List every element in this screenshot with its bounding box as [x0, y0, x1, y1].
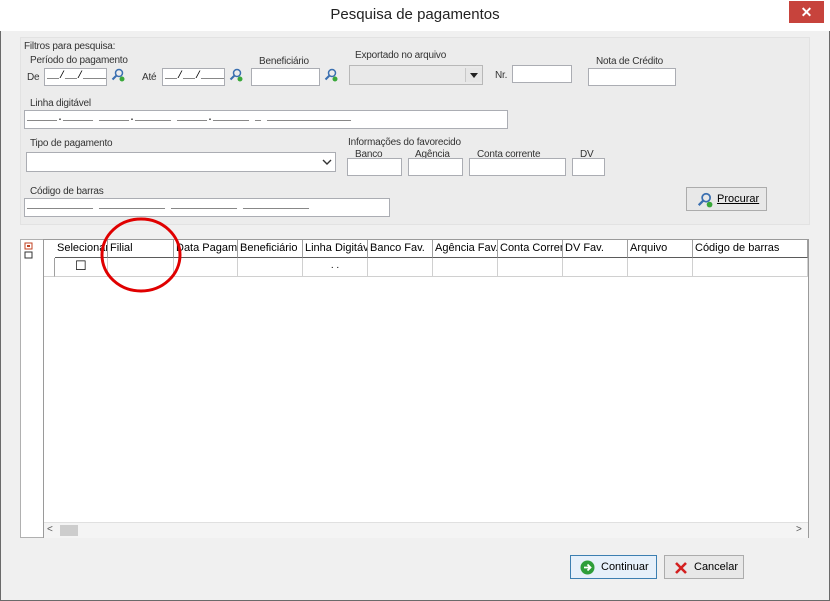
arquivo-cell[interactable] — [628, 258, 693, 277]
column-header-conta-corrente[interactable]: Conta Corrente — [498, 240, 563, 258]
row-indicator-column — [20, 239, 43, 538]
search-date-from-icon[interactable] — [111, 68, 125, 82]
date-to-input[interactable]: __/__/____ — [162, 68, 225, 86]
credit-note-label: Nota de Crédito — [596, 56, 664, 67]
cancel-button-label: Cancelar — [694, 561, 739, 573]
payment-type-label: Tipo de pagamento — [30, 138, 113, 149]
beneficiario-cell[interactable] — [238, 258, 303, 277]
beneficiary-input[interactable] — [251, 68, 320, 86]
beneficiary-label: Beneficiário — [259, 56, 309, 67]
banco-fav-cell[interactable] — [368, 258, 433, 277]
from-label: De — [27, 72, 40, 83]
dv-fav-cell[interactable] — [563, 258, 628, 277]
chevron-down-icon[interactable] — [322, 157, 332, 167]
column-header-linha-digitavel[interactable]: Linha Digitável — [303, 240, 368, 258]
payee-info-label: Informações do favorecido — [348, 137, 461, 148]
scroll-thumb[interactable] — [60, 525, 78, 536]
account-input[interactable] — [469, 158, 566, 176]
search-button-label: Procurar — [717, 193, 760, 205]
credit-note-input[interactable] — [588, 68, 676, 86]
bank-input[interactable] — [347, 158, 402, 176]
search-icon — [697, 192, 713, 208]
filters-group-label: Filtros para pesquisa: — [24, 41, 116, 52]
exported-file-select[interactable] — [349, 65, 483, 85]
continue-button[interactable]: Continuar — [570, 555, 657, 579]
barcode-label: Código de barras — [30, 186, 104, 197]
to-label: Até — [142, 72, 157, 83]
scroll-right-icon[interactable]: > — [796, 524, 802, 535]
window-title: Pesquisa de pagamentos — [330, 6, 500, 23]
row-checkbox[interactable]: ☐ — [75, 259, 87, 273]
codigo-barras-cell[interactable] — [693, 258, 808, 277]
agencia-fav-cell[interactable] — [433, 258, 498, 277]
number-label: Nr. — [495, 70, 508, 81]
chevron-down-icon — [470, 73, 478, 78]
agency-input[interactable] — [408, 158, 463, 176]
close-button[interactable]: ✕ — [789, 1, 824, 23]
column-header-agencia-fav[interactable]: Agência Fav. — [433, 240, 498, 258]
search-button[interactable]: Procurar — [686, 187, 767, 211]
arrow-right-circle-icon — [580, 560, 595, 575]
column-header-dv-fav[interactable]: DV Fav. — [563, 240, 628, 258]
dv-input[interactable] — [572, 158, 605, 176]
date-from-input[interactable]: __/__/____ — [44, 68, 107, 86]
column-header-beneficiario[interactable]: Beneficiário — [238, 240, 303, 258]
linha-digitavel-cell[interactable]: . . — [303, 258, 368, 277]
period-label: Período do pagamento — [30, 55, 128, 66]
conta-corrente-cell[interactable] — [498, 258, 563, 277]
number-input[interactable] — [512, 65, 572, 83]
digital-line-input[interactable]: _____._____ _____.______ _____.______ _ … — [24, 110, 508, 129]
column-chooser-icon[interactable] — [24, 242, 34, 260]
payment-type-select[interactable] — [26, 152, 336, 172]
exported-dropdown-arrow[interactable] — [465, 68, 482, 82]
search-beneficiary-icon[interactable] — [324, 68, 338, 82]
horizontal-scrollbar[interactable]: < > — [44, 522, 808, 538]
continue-button-label: Continuar — [601, 561, 649, 573]
barcode-input[interactable]: ___________ ___________ ___________ ____… — [24, 198, 390, 217]
cancel-button[interactable]: Cancelar — [664, 555, 744, 579]
column-header-banco-fav[interactable]: Banco Fav. — [368, 240, 433, 258]
close-icon — [675, 562, 687, 574]
column-header-arquivo[interactable]: Arquivo — [628, 240, 693, 258]
search-date-to-icon[interactable] — [229, 68, 243, 82]
digital-line-label: Linha digitável — [30, 98, 91, 109]
scroll-left-icon[interactable]: < — [47, 524, 53, 535]
row-selector-cell[interactable] — [44, 258, 55, 277]
exported-label: Exportado no arquivo — [355, 50, 447, 61]
annotation-circle — [100, 217, 182, 293]
column-header-codigo-barras[interactable]: Código de barras — [693, 240, 808, 258]
